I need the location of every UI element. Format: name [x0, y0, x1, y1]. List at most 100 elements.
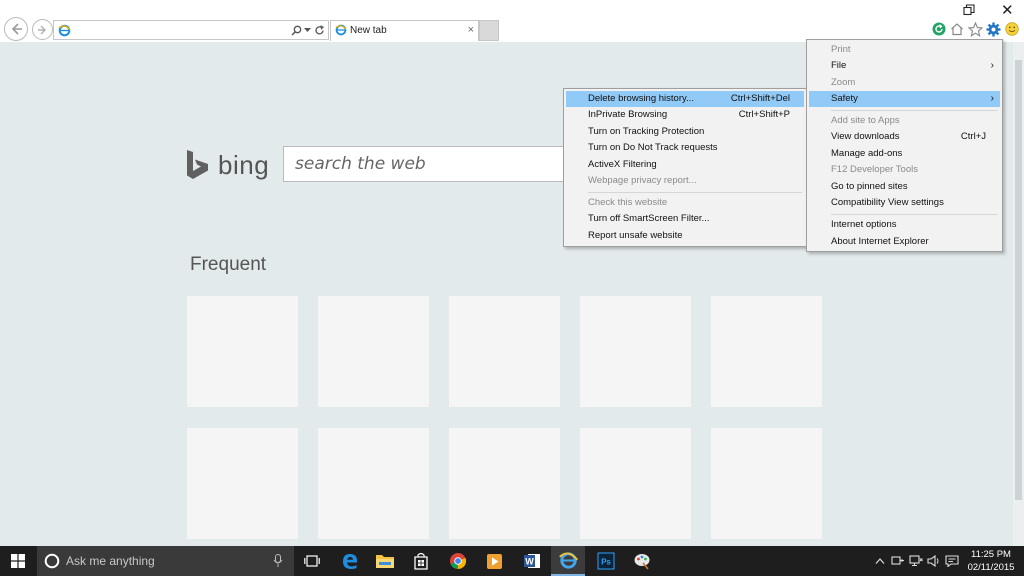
frequent-tile[interactable] — [711, 428, 822, 539]
network-icon[interactable] — [909, 553, 923, 569]
menu-item-manage-add-ons[interactable]: Manage add-ons — [809, 146, 1000, 162]
frequent-tile[interactable] — [318, 296, 429, 407]
taskbar-media-player[interactable] — [477, 546, 511, 576]
frequent-tile[interactable] — [580, 428, 691, 539]
taskbar-paint[interactable] — [625, 546, 659, 576]
menu-item-activex-filtering[interactable]: ActiveX Filtering — [566, 157, 804, 173]
menu-item-add-site-to-apps: Add site to Apps — [809, 113, 1000, 129]
menu-item-label: File — [831, 60, 847, 71]
frequent-tile[interactable] — [187, 296, 298, 407]
menu-item-safety[interactable]: Safety › — [809, 91, 1000, 107]
svg-text:W: W — [525, 557, 534, 567]
menu-item-label: Turn on Do Not Track requests — [588, 142, 718, 153]
refresh-icon[interactable] — [313, 22, 325, 38]
menu-item-label: Turn off SmartScreen Filter... — [588, 213, 710, 224]
smiley-feedback-icon[interactable] — [1004, 21, 1020, 37]
frequent-tile[interactable] — [711, 296, 822, 407]
scrollbar-thumb[interactable] — [1015, 60, 1022, 500]
store-bag-icon — [414, 552, 428, 570]
menu-item-zoom: Zoom — [809, 75, 1000, 91]
page-scrollbar[interactable] — [1013, 42, 1024, 546]
frequent-tile[interactable] — [187, 428, 298, 539]
taskbar-photoshop[interactable]: Ps — [589, 546, 623, 576]
microphone-icon[interactable] — [273, 554, 283, 568]
cortana-search-box[interactable]: Ask me anything — [37, 546, 294, 576]
tab-new-tab[interactable]: New tab × — [330, 20, 479, 41]
paint-palette-icon — [634, 554, 650, 570]
menu-item-label: Turn on Tracking Protection — [588, 126, 705, 137]
menu-item-file[interactable]: File › — [809, 58, 1000, 74]
back-arrow-icon — [11, 23, 22, 35]
menu-item-compatibility-view[interactable]: Compatibility View settings — [809, 195, 1000, 211]
new-tab-button[interactable] — [479, 20, 499, 41]
taskbar-file-explorer[interactable] — [368, 546, 402, 576]
favorites-star-icon[interactable] — [967, 21, 983, 37]
task-view-icon — [304, 555, 320, 567]
address-bar[interactable] — [53, 20, 329, 40]
bing-search-box[interactable] — [283, 146, 573, 182]
menu-item-check-this-website: Check this website — [566, 195, 804, 211]
taskbar-word[interactable]: W — [515, 546, 549, 576]
bing-search-input[interactable] — [284, 147, 572, 181]
tools-gear-icon[interactable] — [985, 21, 1001, 37]
search-icon[interactable] — [290, 22, 302, 38]
menu-item-pinned-sites[interactable]: Go to pinned sites — [809, 179, 1000, 195]
home-icon[interactable] — [949, 21, 965, 37]
menu-item-label: ActiveX Filtering — [588, 159, 657, 170]
menu-item-label: F12 Developer Tools — [831, 164, 918, 175]
start-button[interactable] — [0, 546, 36, 576]
menu-item-smartscreen-filter[interactable]: Turn off SmartScreen Filter... — [566, 211, 804, 227]
bing-b-icon — [187, 150, 208, 179]
frequent-tile[interactable] — [318, 428, 429, 539]
menu-item-view-downloads[interactable]: View downloads Ctrl+J — [809, 129, 1000, 145]
menu-item-label: Report unsafe website — [588, 230, 683, 241]
dropdown-arrow-icon[interactable] — [303, 22, 311, 38]
clock-time: 11:25 PM — [971, 549, 1011, 560]
safety-submenu: Delete browsing history... Ctrl+Shift+De… — [563, 88, 807, 247]
restore-window-icon[interactable] — [963, 4, 977, 18]
menu-item-label: Check this website — [588, 197, 668, 208]
menu-item-inprivate-browsing[interactable]: InPrivate Browsing Ctrl+Shift+P — [566, 107, 804, 123]
media-player-icon — [486, 553, 502, 569]
action-center-icon[interactable] — [945, 553, 959, 569]
frequent-tile[interactable] — [449, 296, 560, 407]
taskbar-clock[interactable]: 11:25 PM 02/11/2015 — [962, 548, 1020, 574]
back-button[interactable] — [4, 17, 28, 41]
menu-item-internet-options[interactable]: Internet options — [809, 217, 1000, 233]
menu-item-delete-browsing-history[interactable]: Delete browsing history... Ctrl+Shift+De… — [566, 91, 804, 107]
menu-item-shortcut: Ctrl+Shift+P — [738, 109, 790, 120]
taskbar-chrome[interactable] — [441, 546, 475, 576]
frequent-heading: Frequent — [190, 254, 267, 275]
refresh-green-icon[interactable] — [931, 21, 947, 37]
forward-arrow-icon — [37, 25, 46, 34]
menu-item-do-not-track[interactable]: Turn on Do Not Track requests — [566, 140, 804, 156]
close-window-icon[interactable]: ✕ — [1001, 1, 1014, 19]
power-plug-icon[interactable] — [891, 553, 905, 569]
menu-separator — [588, 192, 802, 193]
bing-logo[interactable]: bing — [186, 149, 269, 181]
address-input[interactable] — [74, 22, 274, 38]
internet-explorer-icon — [558, 551, 578, 569]
menu-item-tracking-protection[interactable]: Turn on Tracking Protection — [566, 124, 804, 140]
taskbar: Ask me anything W Ps 11:25 PM 02/11/2015 — [0, 546, 1024, 576]
bing-logo-text: bing — [218, 149, 270, 180]
menu-item-label: Add site to Apps — [831, 115, 900, 126]
svg-text:Ps: Ps — [601, 558, 611, 567]
menu-item-webpage-privacy-report: Webpage privacy report... — [566, 173, 804, 189]
forward-button[interactable] — [32, 19, 53, 40]
taskbar-edge[interactable] — [333, 546, 367, 576]
menu-separator — [831, 110, 998, 111]
volume-icon[interactable] — [927, 553, 941, 569]
menu-item-report-unsafe-website[interactable]: Report unsafe website — [566, 228, 804, 244]
edge-icon — [343, 554, 357, 569]
taskbar-store[interactable] — [404, 546, 438, 576]
frequent-tile[interactable] — [449, 428, 560, 539]
taskbar-internet-explorer[interactable] — [551, 546, 585, 576]
task-view-button[interactable] — [295, 546, 329, 576]
menu-item-about-ie[interactable]: About Internet Explorer — [809, 234, 1000, 250]
show-hidden-icons-chevron-icon[interactable] — [873, 553, 887, 569]
frequent-tile[interactable] — [580, 296, 691, 407]
tools-menu: Print File › Zoom Safety › Add site to A… — [806, 39, 1003, 252]
tab-close-icon[interactable]: × — [468, 24, 474, 36]
windows-logo-icon — [11, 554, 25, 568]
